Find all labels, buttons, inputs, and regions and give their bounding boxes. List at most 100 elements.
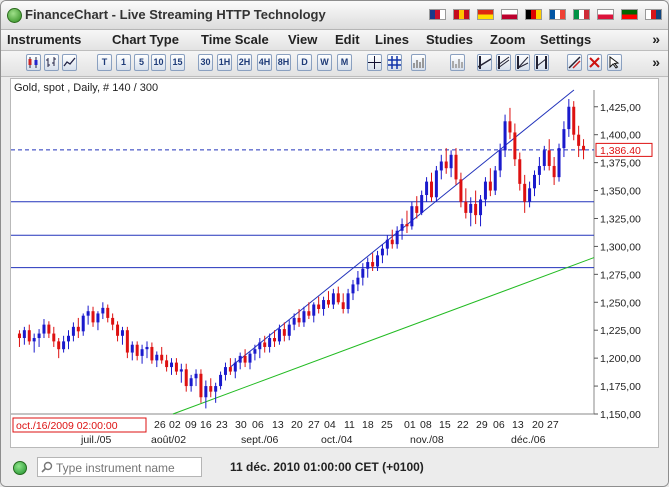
candle-body bbox=[81, 315, 85, 332]
candle-body bbox=[135, 344, 139, 356]
pointer-glyph bbox=[609, 56, 620, 69]
draw-line-button[interactable] bbox=[567, 54, 582, 71]
czech-flag[interactable] bbox=[645, 9, 662, 20]
parallel-lines-button[interactable] bbox=[496, 54, 511, 71]
chart-panel[interactable]: Gold, spot , Daily, # 140 / 300 1,425,00 1… bbox=[10, 78, 659, 448]
delete-lines-button[interactable] bbox=[587, 54, 602, 71]
menu-zoom[interactable]: Zoom bbox=[490, 32, 525, 47]
interval-d-button[interactable]: D bbox=[297, 54, 312, 71]
month-label: nov./08 bbox=[410, 434, 444, 446]
interval-30-button[interactable]: 30 bbox=[198, 54, 213, 71]
candle-body bbox=[390, 239, 394, 245]
candle-body bbox=[474, 203, 478, 216]
day-label: 06 bbox=[252, 419, 264, 431]
pointer-button[interactable] bbox=[607, 54, 622, 71]
interval-4h-button[interactable]: 4H bbox=[257, 54, 272, 71]
candle-body bbox=[170, 362, 174, 368]
ohlc-bars-button[interactable] bbox=[44, 54, 59, 71]
fibonacci-button[interactable] bbox=[534, 54, 549, 71]
menu-studies[interactable]: Studies bbox=[426, 32, 473, 47]
crosshair-button[interactable] bbox=[367, 54, 382, 71]
candle-body bbox=[292, 317, 296, 325]
current-price-value: 1,386.40 bbox=[600, 145, 641, 157]
interval-15-button[interactable]: 15 bbox=[170, 54, 185, 71]
price-chart[interactable]: Gold, spot , Daily, # 140 / 300 1,425,00 1… bbox=[11, 79, 658, 447]
interval-5-button[interactable]: 5 bbox=[134, 54, 149, 71]
candle-body bbox=[233, 362, 237, 372]
polish-flag[interactable] bbox=[597, 9, 614, 20]
candle-body bbox=[317, 304, 321, 309]
interval-w-button[interactable]: W bbox=[317, 54, 332, 71]
fan-lines-button[interactable] bbox=[515, 54, 530, 71]
spanish-flag[interactable] bbox=[453, 9, 470, 20]
fibonacci-glyph bbox=[536, 56, 547, 69]
y-tick-label: 1,225,00 bbox=[600, 325, 641, 337]
trendline-button[interactable] bbox=[477, 54, 492, 71]
interval-2h-button[interactable]: 2H bbox=[237, 54, 252, 71]
candle-body bbox=[150, 346, 154, 361]
menu-view[interactable]: View bbox=[288, 32, 317, 47]
menu-chart-type[interactable]: Chart Type bbox=[112, 32, 179, 47]
german-flag[interactable] bbox=[525, 9, 542, 20]
candle-body bbox=[302, 311, 306, 323]
menu-edit[interactable]: Edit bbox=[335, 32, 360, 47]
search-input[interactable] bbox=[54, 459, 203, 477]
candle-body bbox=[582, 145, 586, 151]
candle-body bbox=[32, 338, 36, 342]
window-title: FinanceChart - Live Streaming HTTP Techn… bbox=[25, 7, 326, 22]
candle-body bbox=[57, 341, 61, 350]
menu-lines[interactable]: Lines bbox=[375, 32, 409, 47]
interval-8h-button[interactable]: 8H bbox=[276, 54, 291, 71]
candle-body bbox=[307, 311, 311, 316]
japanese-flag[interactable] bbox=[501, 9, 518, 20]
candle-body bbox=[258, 342, 262, 350]
day-label: 01 bbox=[404, 419, 416, 431]
candle-body bbox=[410, 206, 414, 227]
bar-style-button[interactable] bbox=[411, 54, 426, 71]
ohlc-bars-glyph bbox=[46, 57, 56, 67]
candle-body bbox=[204, 386, 208, 398]
grid-button[interactable] bbox=[387, 54, 402, 71]
candle-body bbox=[86, 311, 90, 316]
volume-button[interactable] bbox=[450, 54, 465, 71]
candle-body bbox=[27, 330, 31, 342]
candle-body bbox=[439, 161, 443, 171]
portuguese-flag[interactable] bbox=[621, 9, 638, 20]
day-label: 26 bbox=[154, 419, 166, 431]
interval-1-button[interactable]: 1 bbox=[116, 54, 131, 71]
candle-body bbox=[199, 373, 203, 398]
english-flag[interactable] bbox=[429, 9, 446, 20]
day-label: 06 bbox=[493, 419, 505, 431]
interval-t-button[interactable]: T bbox=[97, 54, 112, 71]
candle-body bbox=[273, 338, 277, 342]
candle-body bbox=[145, 346, 149, 350]
interval-1h-button[interactable]: 1H bbox=[217, 54, 232, 71]
menu-instruments[interactable]: Instruments bbox=[7, 32, 81, 47]
interval-10-button[interactable]: 10 bbox=[151, 54, 166, 71]
candlestick-button[interactable] bbox=[26, 54, 41, 71]
candle-body bbox=[444, 161, 448, 169]
candle-body bbox=[429, 181, 433, 198]
menu-overflow-button[interactable]: » bbox=[652, 31, 660, 47]
chinese-flag[interactable] bbox=[477, 9, 494, 20]
instrument-search[interactable] bbox=[37, 457, 203, 477]
candle-body bbox=[454, 154, 458, 180]
candle-body bbox=[248, 353, 252, 363]
candle-body bbox=[498, 150, 502, 171]
candle-body bbox=[508, 121, 512, 133]
candle-body bbox=[405, 224, 409, 227]
line-chart-button[interactable] bbox=[62, 54, 77, 71]
status-datetime: 11 déc. 2010 01:00:00 CET (+0100) bbox=[230, 460, 424, 474]
menu-time-scale[interactable]: Time Scale bbox=[201, 32, 269, 47]
french-flag[interactable] bbox=[549, 9, 566, 20]
candle-body bbox=[287, 324, 291, 336]
candle-body bbox=[341, 302, 345, 309]
interval-m-button[interactable]: M bbox=[337, 54, 352, 71]
candle-body bbox=[459, 179, 463, 202]
day-label: 20 bbox=[291, 419, 303, 431]
menu-settings[interactable]: Settings bbox=[540, 32, 591, 47]
day-label: 25 bbox=[381, 419, 393, 431]
italian-flag[interactable] bbox=[573, 9, 590, 20]
toolbar-overflow-button[interactable]: » bbox=[652, 54, 660, 70]
candle-body bbox=[253, 349, 257, 354]
